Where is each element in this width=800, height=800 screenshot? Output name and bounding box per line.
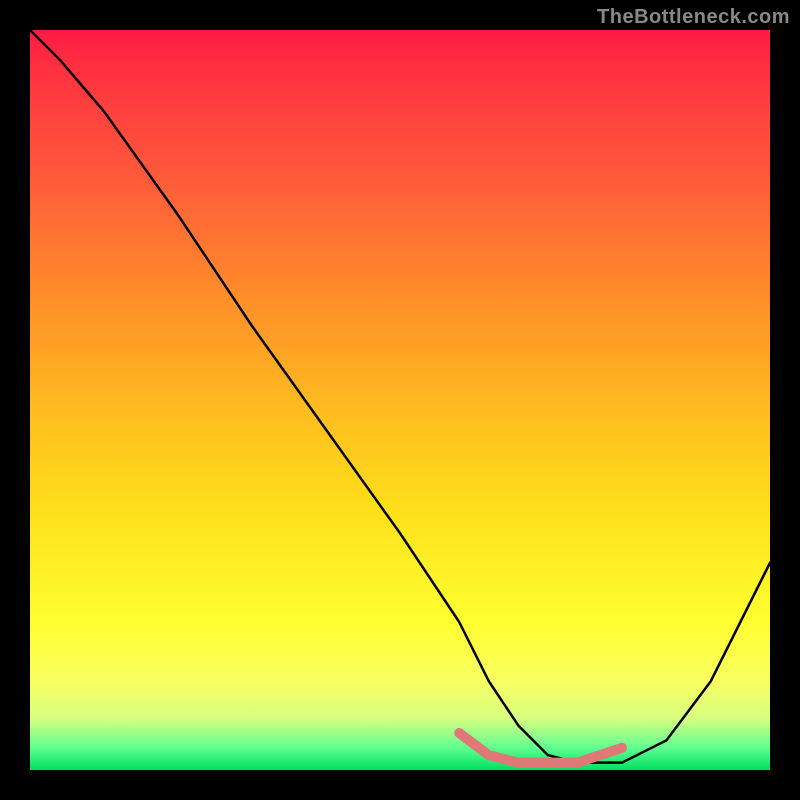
- watermark: TheBottleneck.com: [597, 6, 790, 29]
- plot-area: [30, 30, 770, 770]
- bottleneck-curve: [30, 30, 770, 763]
- curve-layer: [30, 30, 770, 770]
